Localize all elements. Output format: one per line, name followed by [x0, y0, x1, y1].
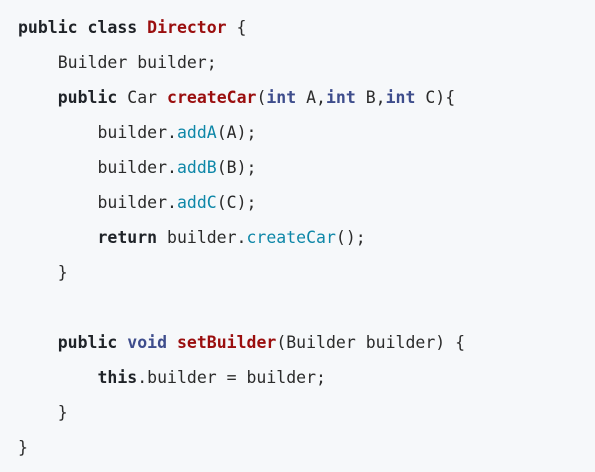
code-token: (A);: [216, 123, 257, 142]
code-token: void: [127, 333, 168, 352]
code-line: public Car createCar(int A,int B,int C){: [18, 80, 455, 115]
code-token: int: [326, 88, 356, 107]
code-token: Director: [147, 18, 227, 37]
code-token: public class: [18, 18, 148, 37]
code-token: builder.: [18, 193, 177, 212]
code-token: setBuilder: [176, 333, 277, 352]
code-block: public class Director { Builder builder;…: [0, 0, 595, 472]
code-line: builder.addB(B);: [18, 150, 256, 185]
code-token: builder.: [18, 158, 177, 177]
code-token: this: [18, 368, 138, 387]
code-token: .builder = builder;: [137, 368, 326, 387]
code-token: builder.: [167, 228, 247, 247]
code-token: {: [226, 18, 247, 37]
code-token: (Builder builder) {: [276, 333, 466, 352]
code-line: builder.addC(C);: [18, 185, 256, 220]
code-token: addB: [176, 158, 217, 177]
code-line: return builder.createCar();: [18, 220, 366, 255]
code-token: Car: [127, 88, 168, 107]
code-line: }: [18, 430, 28, 465]
code-token: createCar: [246, 228, 336, 247]
code-token: int: [266, 88, 297, 107]
code-token: }: [18, 403, 68, 422]
code-token: addA: [176, 123, 217, 142]
code-token: }: [18, 438, 28, 457]
code-token: Builder builder;: [18, 53, 217, 72]
code-token: createCar: [167, 88, 257, 107]
code-token: C){: [415, 88, 456, 107]
code-token: builder.: [18, 123, 177, 142]
code-token: public: [18, 333, 128, 352]
code-token: B,: [355, 88, 386, 107]
code-token: return: [18, 228, 168, 247]
code-line: Builder builder;: [18, 45, 217, 80]
code-line: public void setBuilder(Builder builder) …: [18, 325, 465, 360]
code-line: }: [18, 255, 68, 290]
code-line: this.builder = builder;: [18, 360, 326, 395]
code-token: (C);: [216, 193, 257, 212]
code-line: }: [18, 395, 68, 430]
code-token: A,: [296, 88, 326, 107]
code-token: ();: [335, 228, 366, 247]
code-token: int: [385, 88, 416, 107]
code-token: addC: [176, 193, 217, 212]
code-line: builder.addA(A);: [18, 115, 256, 150]
code-token: }: [18, 263, 68, 282]
code-line: public class Director {: [18, 10, 247, 45]
code-token: (B);: [216, 158, 257, 177]
code-token: (: [256, 88, 267, 107]
code-token: public: [18, 88, 128, 107]
